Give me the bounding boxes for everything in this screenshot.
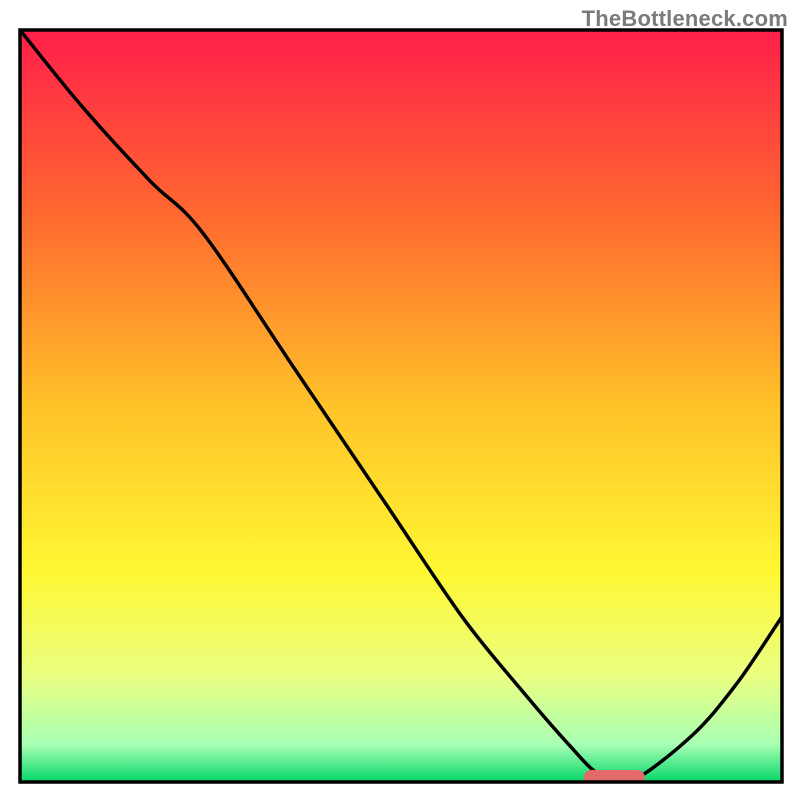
watermark-text: TheBottleneck.com	[582, 6, 788, 32]
chart-background-gradient	[20, 30, 782, 782]
bottleneck-chart	[0, 0, 800, 800]
chart-container: TheBottleneck.com	[0, 0, 800, 800]
